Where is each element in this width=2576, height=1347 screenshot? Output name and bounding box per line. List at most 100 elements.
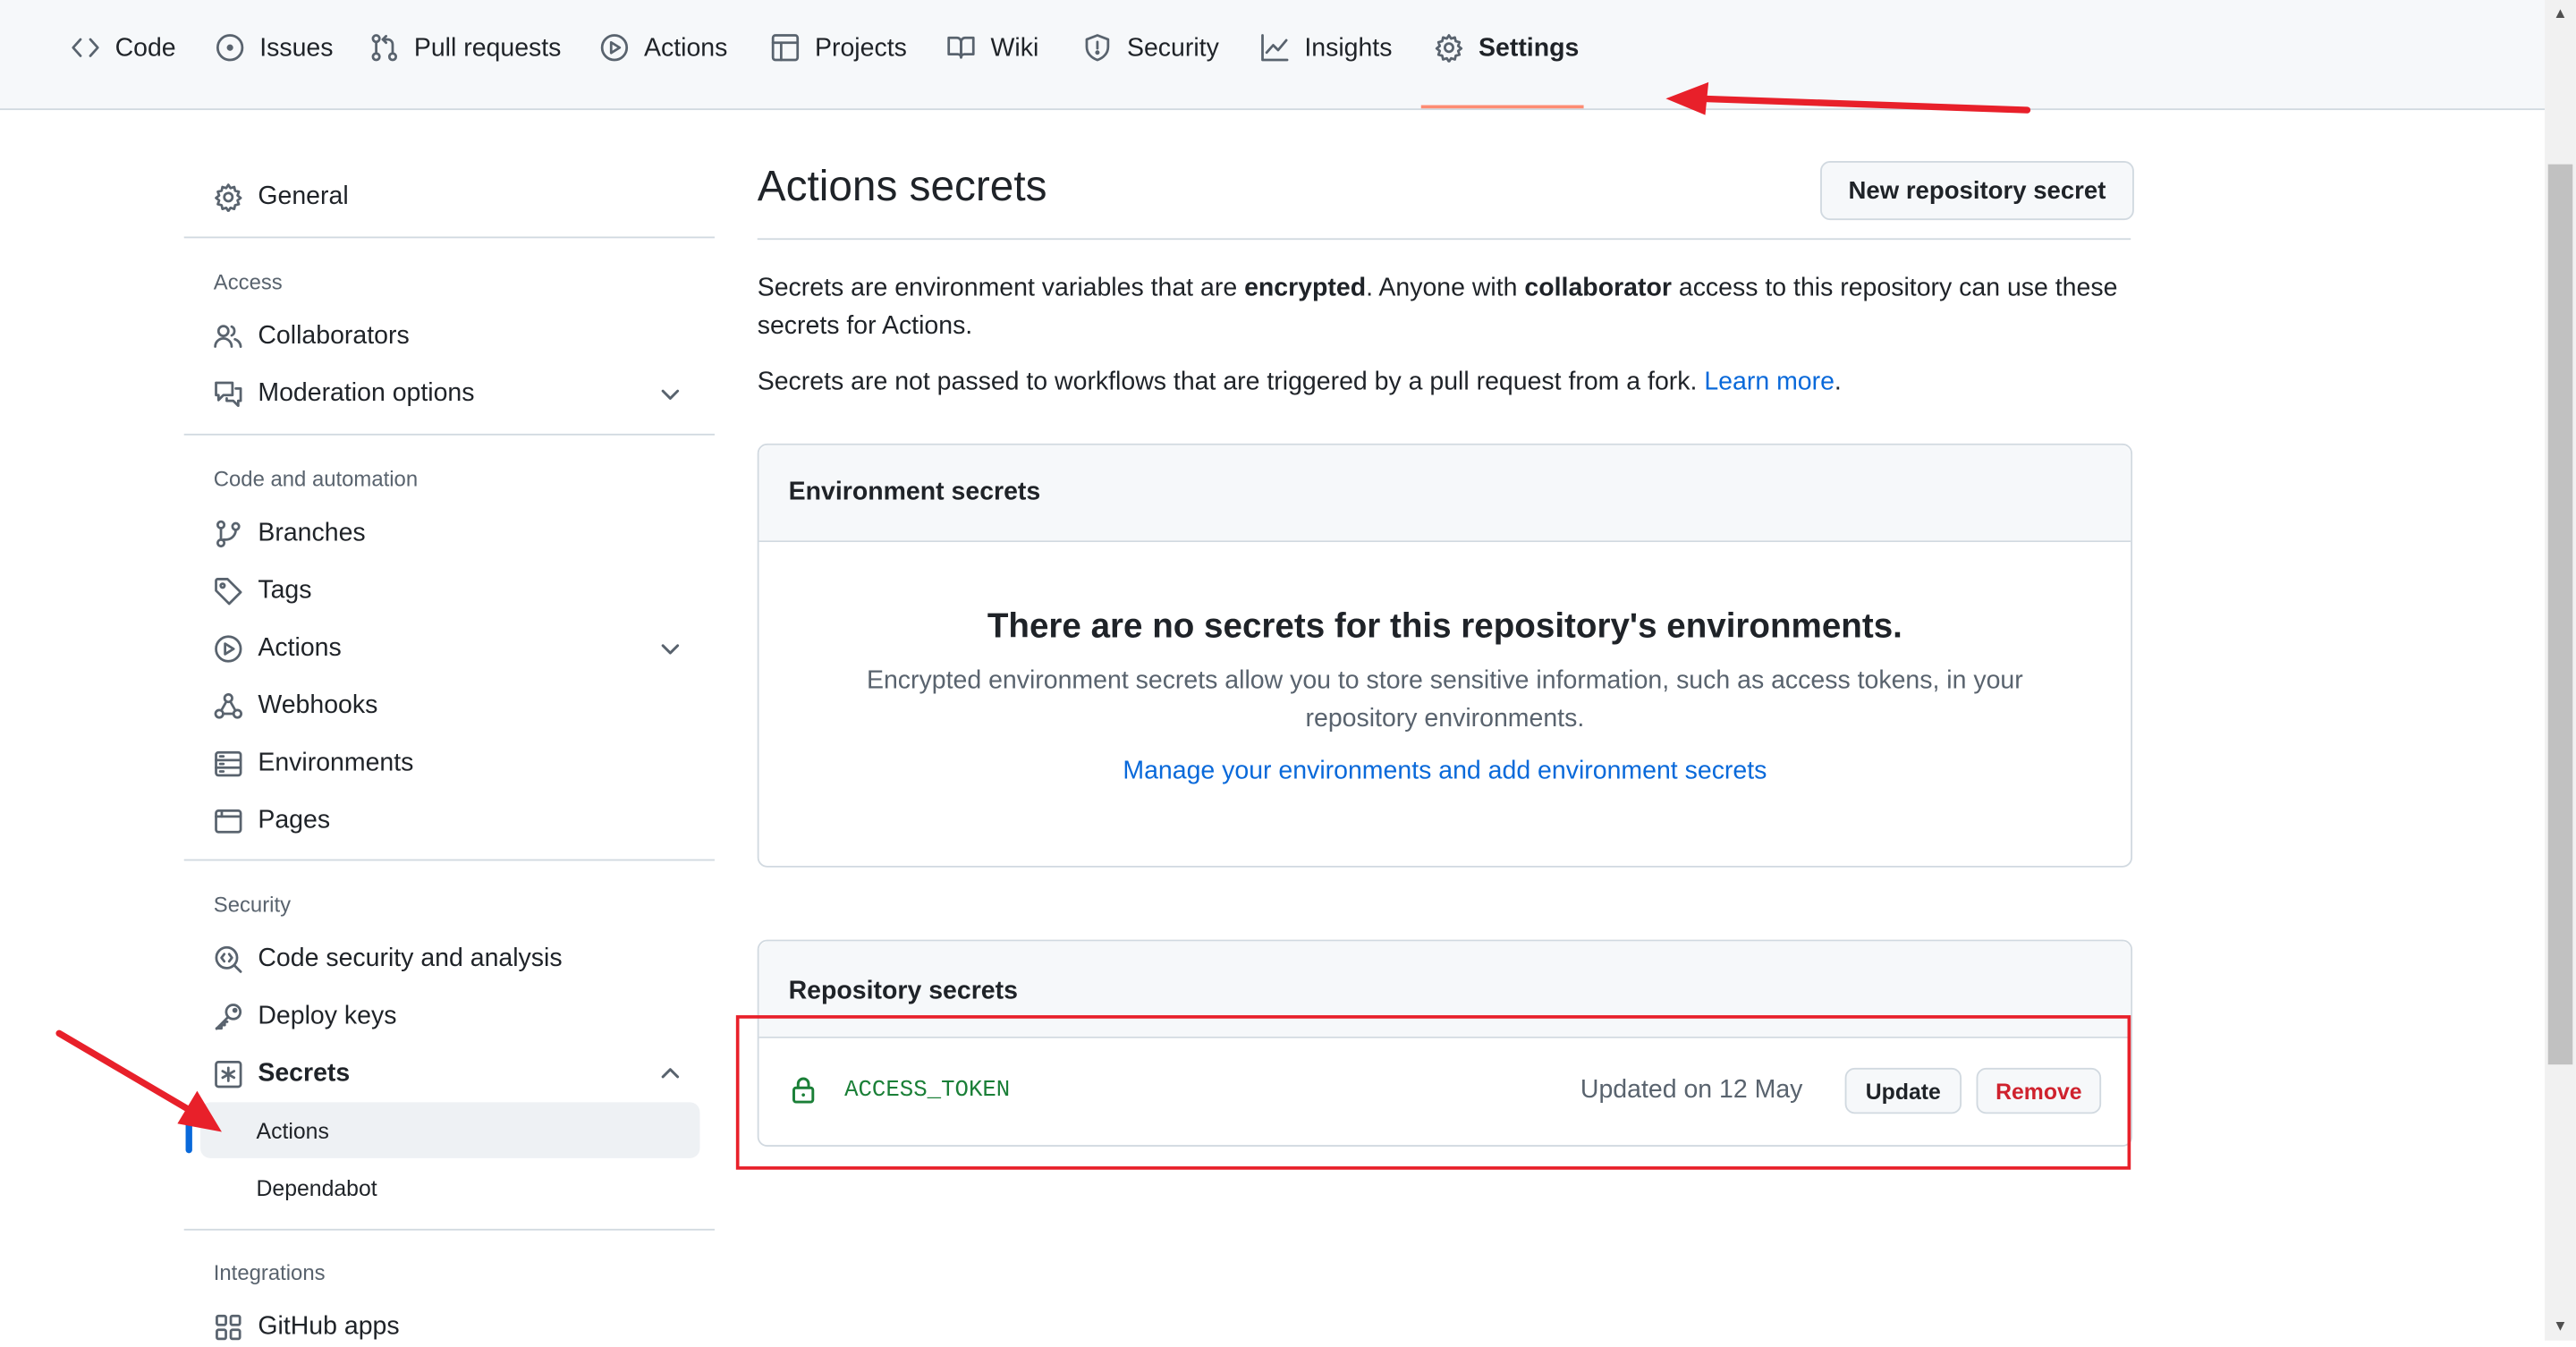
key-asterisk-icon (215, 1061, 242, 1089)
tab-issues-label: Issues (259, 34, 334, 63)
new-repository-secret-button[interactable]: New repository secret (1820, 160, 2134, 221)
sidebar-item-secrets[interactable]: Secrets (214, 1055, 350, 1094)
code-icon (72, 38, 99, 57)
play-icon (215, 635, 242, 663)
sidebar-item-label: General (258, 182, 349, 211)
tab-pull-requests[interactable]: Pull requests (369, 33, 561, 102)
tab-projects-label: Projects (815, 34, 907, 63)
tab-insights[interactable]: Insights (1260, 33, 1393, 102)
selected-tab-underline (1420, 105, 1584, 109)
sidebar-heading-code-automation: Code and automation (213, 466, 419, 492)
sidebar-subitem-dependabot[interactable]: Dependabot (257, 1176, 377, 1201)
arrow-to-actions-secrets-annotation (55, 1029, 222, 1132)
sidebar-item-label: Branches (258, 519, 366, 547)
environment-secrets-box: Environment secrets There are no secrets… (757, 443, 2133, 868)
tab-security-label: Security (1126, 34, 1219, 63)
book-icon (947, 36, 975, 59)
git-pull-request-icon (371, 34, 398, 62)
sidebar-item-label: Tags (258, 576, 312, 605)
sidebar-item-label: Actions (258, 633, 342, 663)
repo-nav-bar: Code Issues Pull requests Actions Projec… (0, 0, 2546, 111)
page-title: Actions secrets (757, 160, 1047, 211)
sidebar-divider (183, 236, 715, 239)
table-icon (771, 34, 800, 62)
intro-emphasis: collaborator (1524, 274, 1672, 302)
comment-discussion-icon (215, 381, 242, 408)
intro-emphasis: encrypted (1244, 274, 1367, 302)
browser-icon (215, 809, 242, 834)
tab-issues[interactable]: Issues (216, 33, 334, 102)
tab-code[interactable]: Code (71, 33, 176, 102)
graph-icon (1261, 34, 1289, 62)
tab-insights-label: Insights (1304, 34, 1393, 63)
scrollbar-thumb[interactable] (2547, 164, 2573, 1065)
page: Code Issues Pull requests Actions Projec… (0, 0, 2576, 1341)
sidebar-item-label: Code security and analysis (258, 945, 563, 973)
sidebar-item-webhooks[interactable]: Webhooks (214, 687, 378, 726)
environment-secrets-heading: Environment secrets (758, 445, 2131, 543)
empty-state-title: There are no secrets for this repository… (987, 607, 1902, 646)
sidebar-item-label: Webhooks (258, 691, 378, 720)
sidebar-item-environments[interactable]: Environments (214, 744, 414, 784)
sidebar-item-label: Pages (258, 806, 331, 835)
key-icon (215, 1004, 242, 1030)
tab-actions[interactable]: Actions (599, 33, 727, 102)
intro-paragraph: Secrets are environment variables that a… (758, 269, 2131, 344)
sidebar-divider (183, 1228, 715, 1231)
webhook-icon (214, 692, 243, 719)
play-icon (600, 34, 629, 62)
sidebar-active-indicator (185, 1114, 192, 1154)
intro-text: Secrets are environment variables that a… (757, 274, 1245, 302)
sidebar-divider (183, 859, 715, 861)
scroll-down-arrow[interactable]: ▼ (2550, 1316, 2572, 1335)
tab-actions-label: Actions (643, 34, 728, 63)
sidebar-item-label: Secrets (258, 1059, 351, 1088)
fork-note-text: Secrets are not passed to workflows that… (757, 368, 1705, 396)
server-icon (215, 750, 242, 777)
gear-icon (1435, 34, 1463, 63)
tab-projects[interactable]: Projects (770, 33, 907, 102)
fork-note-period: . (1834, 368, 1842, 396)
sidebar-item-deploy-keys[interactable]: Deploy keys (214, 997, 397, 1037)
sidebar-item-collaborators[interactable]: Collaborators (214, 317, 410, 356)
people-icon (214, 325, 242, 348)
learn-more-link[interactable]: Learn more (1704, 368, 1835, 395)
sidebar-item-code-security[interactable]: Code security and analysis (214, 940, 563, 979)
sidebar-item-general[interactable]: General (214, 177, 349, 216)
sidebar-item-actions[interactable]: Actions (214, 629, 342, 668)
sidebar-item-label: Deploy keys (258, 1002, 397, 1030)
tab-pull-requests-label: Pull requests (413, 34, 562, 63)
sidebar-item-github-apps[interactable]: GitHub apps (214, 1308, 400, 1347)
chevron-down-icon[interactable] (657, 636, 683, 662)
scroll-up-arrow[interactable]: ▲ (2550, 4, 2572, 23)
tab-wiki[interactable]: Wiki (946, 33, 1038, 102)
highlight-box-annotation (735, 1015, 2131, 1170)
tab-settings[interactable]: Settings (1434, 33, 1579, 102)
tag-icon (215, 578, 242, 606)
git-branch-icon (216, 520, 241, 548)
title-divider (757, 238, 2131, 241)
apps-icon (216, 1314, 242, 1341)
intro-text: . Anyone with (1366, 274, 1525, 302)
tab-settings-label: Settings (1479, 34, 1580, 63)
sidebar-item-label: Moderation options (258, 379, 475, 408)
sidebar-heading-integrations: Integrations (213, 1259, 326, 1285)
sidebar-subitem-actions[interactable]: Actions (257, 1119, 329, 1144)
sidebar-item-label: Environments (258, 749, 414, 777)
sidebar-item-pages[interactable]: Pages (214, 801, 330, 841)
codescan-icon (215, 945, 242, 973)
sidebar-heading-access: Access (213, 269, 283, 294)
chevron-down-icon[interactable] (657, 381, 683, 407)
tab-code-label: Code (114, 34, 176, 63)
sidebar-item-tags[interactable]: Tags (214, 572, 312, 611)
gear-icon (215, 183, 242, 212)
sidebar-item-branches[interactable]: Branches (214, 514, 366, 554)
tab-security[interactable]: Security (1082, 33, 1219, 102)
empty-state-link-wrap: Manage your environments and add environ… (759, 758, 2131, 787)
tab-wiki-label: Wiki (990, 34, 1039, 63)
fork-note-paragraph: Secrets are not passed to workflows that… (758, 363, 2131, 401)
sidebar-item-moderation-options[interactable]: Moderation options (214, 375, 475, 414)
manage-environments-link[interactable]: Manage your environments and add environ… (1123, 758, 1767, 785)
chevron-up-icon[interactable] (657, 1060, 683, 1086)
issue-opened-icon (216, 34, 244, 62)
